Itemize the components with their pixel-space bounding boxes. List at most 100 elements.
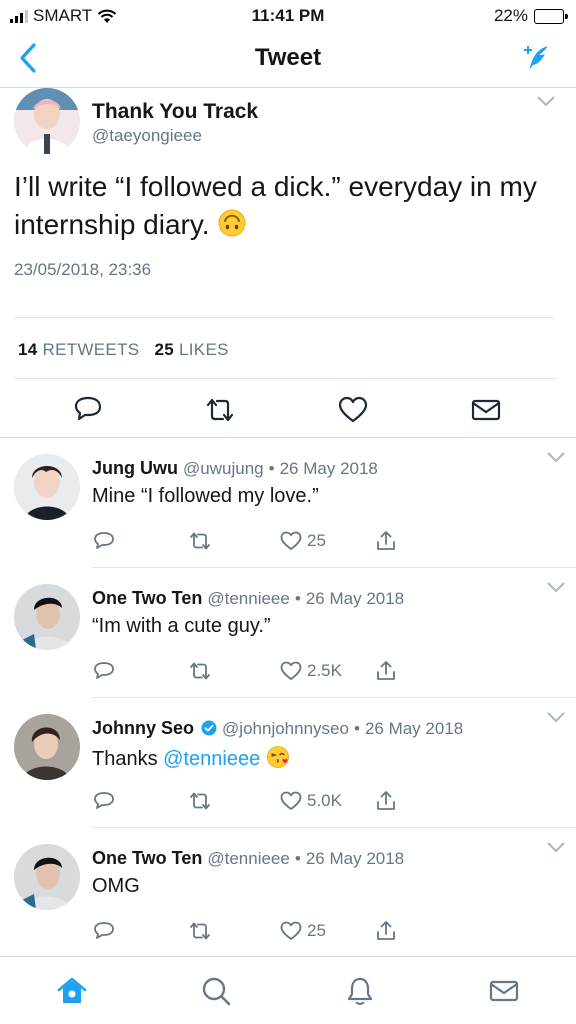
retweet-button[interactable] xyxy=(188,788,212,814)
retweets-label: RETWEETS xyxy=(42,340,140,359)
reply-button[interactable] xyxy=(92,528,116,554)
heart-icon xyxy=(280,921,302,940)
mention-link[interactable]: @tennieee xyxy=(163,748,260,770)
reply-icon[interactable] xyxy=(72,394,104,426)
reply-date: 26 May 2018 xyxy=(305,589,405,608)
reply-date: 26 May 2018 xyxy=(364,719,464,738)
battery-info: 22% xyxy=(493,6,568,26)
retweet-icon xyxy=(190,662,210,680)
chevron-down-icon[interactable] xyxy=(546,580,566,594)
battery-icon xyxy=(534,8,568,24)
likes-count: 25 xyxy=(154,340,174,359)
divider xyxy=(14,378,556,379)
author-name[interactable]: One Two Ten xyxy=(92,588,202,608)
chevron-down-icon[interactable] xyxy=(546,710,566,724)
separator: • xyxy=(294,589,301,608)
reply-icon xyxy=(94,532,114,549)
reply-tweet[interactable]: One Two Ten @tennieee • 26 May 2018 “Im … xyxy=(0,568,576,698)
author-name[interactable]: Johnny Seo xyxy=(92,718,194,738)
reply-text: Mine “I followed my love.” xyxy=(92,485,319,507)
author-handle[interactable]: @uwujung xyxy=(183,459,264,478)
retweet-icon xyxy=(190,792,210,810)
reply-tweet[interactable]: One Two Ten @tennieee • 26 May 2018 OMG … xyxy=(0,828,576,958)
reply-date: 26 May 2018 xyxy=(305,849,405,868)
like-count: 25 xyxy=(307,531,326,550)
author-handle[interactable]: @tennieee xyxy=(207,589,290,608)
clock: 11:41 PM xyxy=(251,6,325,25)
like-button[interactable]: 25 xyxy=(279,918,326,944)
share-button[interactable] xyxy=(374,788,398,814)
avatar[interactable] xyxy=(14,844,80,910)
status-bar: SMART 11:41 PM 22% xyxy=(0,0,576,30)
author-handle[interactable]: @johnjohnnyseo xyxy=(222,719,349,738)
like-button[interactable]: 2.5K xyxy=(279,658,342,684)
reply-tweet[interactable]: Johnny Seo @johnjohnnyseo • 26 May 2018 … xyxy=(0,698,576,828)
notifications-icon[interactable] xyxy=(344,975,376,1007)
chevron-down-icon[interactable] xyxy=(536,94,556,108)
heart-icon xyxy=(280,531,302,550)
retweet-icon xyxy=(190,532,210,550)
direct-message-icon[interactable] xyxy=(470,394,502,426)
retweet-icon xyxy=(190,922,210,940)
retweet-button[interactable] xyxy=(188,528,212,554)
messages-icon[interactable] xyxy=(488,975,520,1007)
share-button[interactable] xyxy=(374,658,398,684)
retweets-count: 14 xyxy=(18,340,38,359)
author-handle[interactable]: @tennieee xyxy=(207,849,290,868)
heart-icon xyxy=(280,661,302,680)
share-icon xyxy=(377,921,395,940)
tab-bar xyxy=(0,956,576,1024)
navigation-bar: Tweet xyxy=(0,30,576,88)
tweet-text: I’ll write “I followed a dick.” everyday… xyxy=(14,168,560,244)
like-icon[interactable] xyxy=(337,394,369,426)
like-button[interactable]: 5.0K xyxy=(279,788,342,814)
heart-icon xyxy=(280,791,302,810)
like-count: 25 xyxy=(307,921,326,940)
author-name[interactable]: One Two Ten xyxy=(92,848,202,868)
separator: • xyxy=(294,849,301,868)
author-name[interactable]: Thank You Track xyxy=(92,100,258,124)
chevron-down-icon[interactable] xyxy=(546,450,566,464)
reply-text: Thanks @tennieee xyxy=(92,745,290,771)
share-icon xyxy=(377,791,395,810)
share-icon xyxy=(377,661,395,680)
reply-text: OMG xyxy=(92,875,140,897)
retweet-button[interactable] xyxy=(188,918,212,944)
home-icon[interactable] xyxy=(56,975,88,1007)
compose-button[interactable] xyxy=(524,44,550,72)
reply-button[interactable] xyxy=(92,918,116,944)
reply-header: One Two Ten @tennieee • 26 May 2018 xyxy=(92,848,404,869)
main-tweet: Thank You Track @taeyongieee I’ll write … xyxy=(0,88,576,438)
reply-icon xyxy=(94,922,114,939)
reply-date: 26 May 2018 xyxy=(279,459,378,478)
reply-button[interactable] xyxy=(92,788,116,814)
retweet-button[interactable] xyxy=(188,658,212,684)
tweet-timestamp: 23/05/2018, 23:36 xyxy=(14,260,152,279)
reply-tweet[interactable]: Jung Uwu @uwujung • 26 May 2018 Mine “I … xyxy=(0,438,576,568)
avatar[interactable] xyxy=(14,714,80,780)
upside-down-face-emoji xyxy=(218,209,246,237)
tweet-text-content: I’ll write “I followed a dick.” everyday… xyxy=(14,171,537,240)
chevron-down-icon[interactable] xyxy=(546,840,566,854)
author-handle[interactable]: @taeyongieee xyxy=(92,126,202,146)
engagement-counts[interactable]: 14 RETWEETS 25 LIKES xyxy=(18,340,229,360)
verified-badge-icon xyxy=(201,720,217,736)
author-name[interactable]: Jung Uwu xyxy=(92,458,178,478)
avatar[interactable] xyxy=(14,584,80,650)
reply-header: Johnny Seo @johnjohnnyseo • 26 May 2018 xyxy=(92,718,463,739)
battery-percent: 22% xyxy=(493,6,528,25)
like-button[interactable]: 25 xyxy=(279,528,326,554)
likes-label: LIKES xyxy=(179,340,229,359)
retweet-icon[interactable] xyxy=(204,394,236,426)
share-icon xyxy=(377,531,395,550)
divider xyxy=(14,317,554,318)
search-icon[interactable] xyxy=(200,975,232,1007)
share-button[interactable] xyxy=(374,528,398,554)
share-button[interactable] xyxy=(374,918,398,944)
reply-icon xyxy=(94,792,114,809)
avatar[interactable] xyxy=(14,88,80,154)
avatar[interactable] xyxy=(14,454,80,520)
reply-text-prefix: Thanks xyxy=(92,748,164,770)
reply-text: “Im with a cute guy.” xyxy=(92,615,271,637)
reply-button[interactable] xyxy=(92,658,116,684)
